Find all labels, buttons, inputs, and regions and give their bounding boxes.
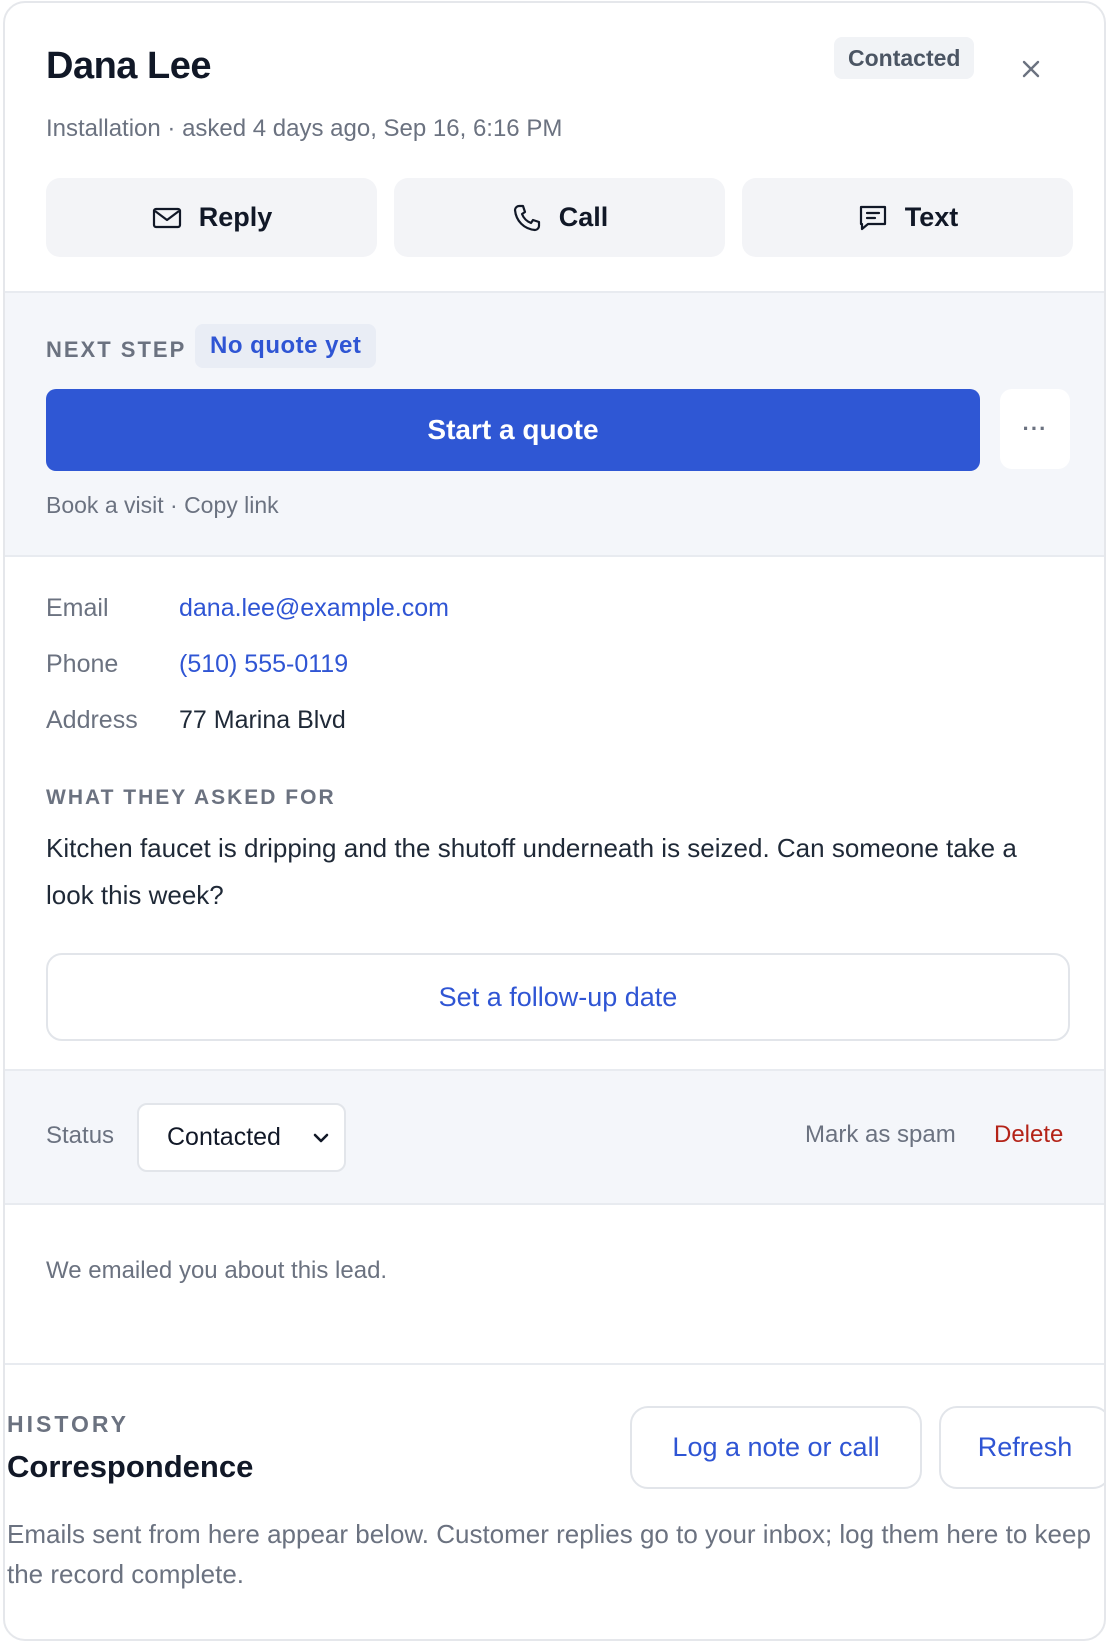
text-button[interactable]: Text — [742, 178, 1073, 257]
phone-key: Phone — [46, 650, 119, 678]
log-note-button[interactable]: Log a note or call — [630, 1406, 922, 1489]
history-section: HISTORY Correspondence Log a note or cal… — [5, 1365, 1104, 1639]
email-row: Email dana.lee@example.com — [46, 593, 449, 623]
address-row: Address 77 Marina Blvd — [46, 705, 346, 735]
history-label: HISTORY — [7, 1411, 129, 1437]
call-button[interactable]: Call — [394, 178, 725, 257]
link-separator: · — [170, 492, 178, 518]
close-icon — [1022, 60, 1040, 78]
status-select[interactable]: Contacted — [137, 1103, 346, 1172]
request-label: WHAT THEY ASKED FOR — [46, 786, 336, 809]
request-text: Kitchen faucet is dripping and the shuto… — [46, 833, 1017, 910]
refresh-button[interactable]: Refresh — [939, 1406, 1104, 1489]
text-label: Text — [904, 202, 959, 232]
phone-link[interactable]: (510) 555-0119 — [179, 649, 348, 679]
chat-icon — [859, 205, 886, 230]
lead-detail-panel: Dana Lee Installation · asked 4 days ago… — [3, 1, 1106, 1641]
status-row: Status Contacted Mark as spam Delete — [5, 1071, 1104, 1205]
phone-icon — [513, 204, 540, 231]
notice-text: We emailed you about this lead. — [46, 1257, 388, 1284]
address-value: 77 Marina Blvd — [179, 706, 346, 734]
lead-details: Email dana.lee@example.com Phone (510) 5… — [5, 557, 1104, 1071]
email-link[interactable]: dana.lee@example.com — [179, 593, 449, 623]
next-step-section: NEXT STEP No quote yet Start a quote ···… — [5, 291, 1104, 557]
phone-row: Phone (510) 555-0119 — [46, 649, 348, 679]
close-button[interactable] — [1013, 51, 1049, 87]
address-key: Address — [46, 706, 138, 734]
lead-subtitle: Installation · asked 4 days ago, Sep 16,… — [46, 115, 563, 142]
lead-header: Dana Lee Installation · asked 4 days ago… — [5, 3, 1104, 291]
history-description: Emails sent from here appear below. Cust… — [7, 1519, 1091, 1589]
contact-actions: Reply Call Text — [46, 178, 1073, 257]
delete-link[interactable]: Delete — [994, 1121, 1063, 1149]
next-step-label: NEXT STEP — [46, 337, 187, 362]
reply-label: Reply — [198, 202, 273, 232]
call-label: Call — [558, 202, 609, 232]
secondary-links: Book a visit · Copy link — [46, 492, 279, 519]
quote-status-badge: No quote yet — [195, 324, 377, 368]
start-quote-button[interactable]: Start a quote — [46, 389, 980, 471]
mail-icon — [152, 207, 181, 228]
email-key: Email — [46, 594, 109, 622]
more-options-button[interactable]: ··· — [1000, 389, 1070, 469]
status-badge: Contacted — [834, 37, 975, 79]
notice-section: We emailed you about this lead. — [5, 1205, 1104, 1365]
reply-button[interactable]: Reply — [46, 178, 377, 257]
chevron-down-icon — [313, 1133, 329, 1143]
mark-spam-link[interactable]: Mark as spam — [805, 1121, 956, 1149]
copy-link[interactable]: Copy link — [184, 492, 279, 518]
history-title: Correspondence — [7, 1449, 254, 1484]
status-label: Status — [46, 1122, 115, 1149]
status-select-value: Contacted — [167, 1123, 281, 1151]
follow-up-button[interactable]: Set a follow-up date — [46, 953, 1070, 1041]
book-visit-link[interactable]: Book a visit — [46, 492, 164, 518]
